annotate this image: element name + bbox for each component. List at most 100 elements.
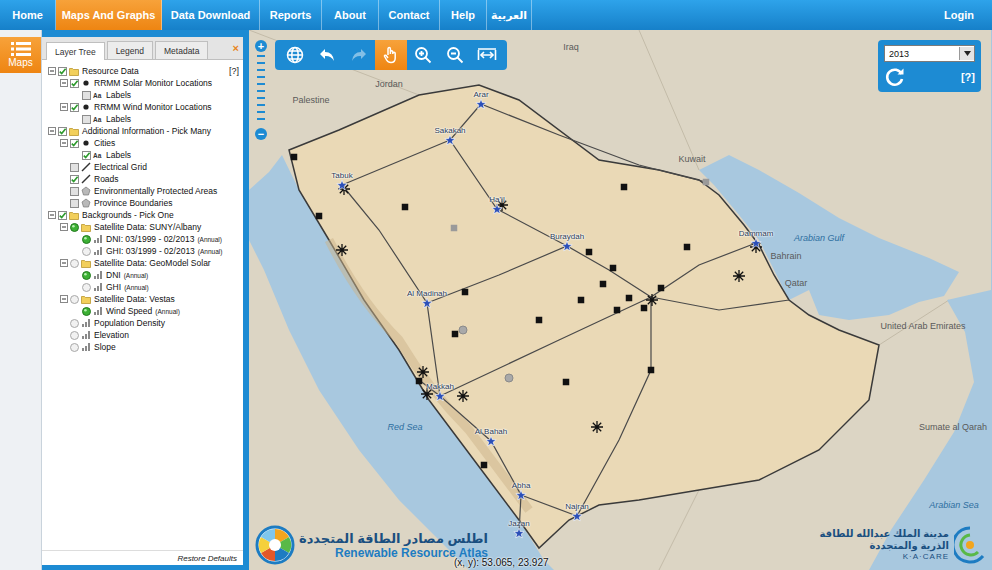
nav-tab[interactable]: Contact: [379, 0, 440, 30]
solar-station[interactable]: [586, 249, 593, 256]
layer-checkbox[interactable]: [82, 91, 91, 100]
layer-checkbox[interactable]: [82, 115, 91, 124]
solar-station[interactable]: [402, 204, 409, 211]
solar-station[interactable]: [658, 285, 665, 292]
solar-station[interactable]: [684, 244, 691, 251]
expand-toggle[interactable]: [48, 211, 56, 219]
layer-radio[interactable]: [70, 331, 79, 340]
solar-station[interactable]: [536, 317, 543, 324]
solar-station[interactable]: [626, 295, 633, 302]
layer-radio[interactable]: [70, 295, 79, 304]
nav-tab[interactable]: Data Download: [162, 0, 260, 30]
solar-station[interactable]: [578, 297, 585, 304]
solar-station[interactable]: [610, 265, 617, 272]
layer-checkbox[interactable]: [82, 151, 91, 160]
zoom-track[interactable]: [257, 55, 265, 125]
wind-station[interactable]: [646, 294, 658, 306]
expand-toggle[interactable]: [60, 139, 68, 147]
layer-radio[interactable]: [70, 259, 79, 268]
wind-station[interactable]: [417, 366, 429, 378]
refresh-icon[interactable]: [884, 66, 906, 88]
layer-radio[interactable]: [70, 223, 79, 232]
expand-toggle[interactable]: [60, 79, 68, 87]
city-star-icon[interactable]: [337, 180, 348, 191]
maps-button[interactable]: Maps: [0, 37, 41, 73]
globe-tool[interactable]: [279, 40, 311, 70]
city-star-icon[interactable]: [514, 528, 525, 539]
year-select[interactable]: 2013: [884, 45, 975, 62]
city-star-icon[interactable]: [476, 99, 487, 110]
nav-tab[interactable]: Reports: [260, 0, 322, 30]
expand-toggle[interactable]: [48, 127, 56, 135]
pan-tool[interactable]: [375, 40, 407, 70]
layer-radio[interactable]: [82, 235, 91, 244]
layer-checkbox[interactable]: [58, 211, 67, 220]
layer-radio[interactable]: [82, 307, 91, 316]
layer-checkbox[interactable]: [70, 187, 79, 196]
layer-checkbox[interactable]: [70, 163, 79, 172]
layer-radio[interactable]: [82, 271, 91, 280]
restore-defaults[interactable]: Restore Defaults: [42, 550, 243, 565]
solar-station[interactable]: [614, 307, 621, 314]
zoom-in-button[interactable]: +: [255, 40, 267, 52]
wind-station[interactable]: [457, 390, 469, 402]
back-tool[interactable]: [311, 40, 343, 70]
city-star-icon[interactable]: [486, 436, 497, 447]
solar-station[interactable]: [563, 379, 570, 386]
city-star-icon[interactable]: [751, 238, 762, 249]
close-button[interactable]: ×: [233, 42, 239, 54]
solar-station[interactable]: [481, 462, 488, 469]
nav-tab[interactable]: Home: [0, 0, 56, 30]
map-view[interactable]: IraqJordanPalestineKuwaitArabian GulfBah…: [249, 30, 992, 570]
panel-tab[interactable]: Layer Tree: [46, 42, 105, 60]
layer-radio[interactable]: [70, 343, 79, 352]
inactive-station[interactable]: [504, 373, 514, 383]
panel-tab[interactable]: Metadata: [155, 41, 208, 59]
solar-station[interactable]: [600, 281, 607, 288]
layer-checkbox[interactable]: [58, 127, 67, 136]
expand-toggle[interactable]: [60, 259, 68, 267]
expand-toggle[interactable]: [48, 67, 56, 75]
layer-radio[interactable]: [70, 319, 79, 328]
help-link[interactable]: [?]: [961, 71, 975, 83]
solar-station[interactable]: [641, 305, 648, 312]
solar-station[interactable]: [648, 367, 655, 374]
layer-checkbox[interactable]: [70, 79, 79, 88]
wind-station[interactable]: [591, 421, 603, 433]
city-star-icon[interactable]: [422, 298, 433, 309]
nav-tab[interactable]: Help: [440, 0, 487, 30]
layer-checkbox[interactable]: [70, 139, 79, 148]
layer-radio[interactable]: [82, 283, 91, 292]
inactive-station[interactable]: [458, 325, 468, 335]
help-link[interactable]: [?]: [229, 66, 239, 76]
expand-toggle[interactable]: [60, 295, 68, 303]
wind-station[interactable]: [733, 270, 745, 282]
solar-station[interactable]: [452, 331, 459, 338]
nav-tab[interactable]: العربية: [487, 0, 532, 30]
zoom-slider[interactable]: +−: [253, 40, 269, 140]
city-star-icon[interactable]: [492, 204, 503, 215]
dropdown-arrow-icon[interactable]: [959, 47, 974, 60]
layer-checkbox[interactable]: [70, 199, 79, 208]
expand-toggle[interactable]: [60, 103, 68, 111]
solar-station[interactable]: [316, 213, 323, 220]
wind-station[interactable]: [336, 244, 348, 256]
layer-checkbox[interactable]: [58, 67, 67, 76]
solar-station[interactable]: [416, 378, 423, 385]
login-button[interactable]: Login: [926, 0, 992, 30]
city-star-icon[interactable]: [435, 391, 446, 402]
inactive-station[interactable]: [451, 225, 458, 232]
nav-tab[interactable]: Maps And Graphs: [56, 0, 162, 30]
city-star-icon[interactable]: [516, 490, 527, 501]
city-star-icon[interactable]: [562, 241, 573, 252]
layer-radio[interactable]: [82, 247, 91, 256]
layer-checkbox[interactable]: [70, 103, 79, 112]
city-star-icon[interactable]: [445, 135, 456, 146]
zoom-out-button[interactable]: −: [255, 128, 267, 140]
extent-tool[interactable]: [471, 40, 503, 70]
solar-station[interactable]: [621, 184, 628, 191]
nav-tab[interactable]: About: [322, 0, 379, 30]
zoomout-tool[interactable]: [439, 40, 471, 70]
inactive-station[interactable]: [703, 179, 710, 186]
layer-checkbox[interactable]: [70, 175, 79, 184]
